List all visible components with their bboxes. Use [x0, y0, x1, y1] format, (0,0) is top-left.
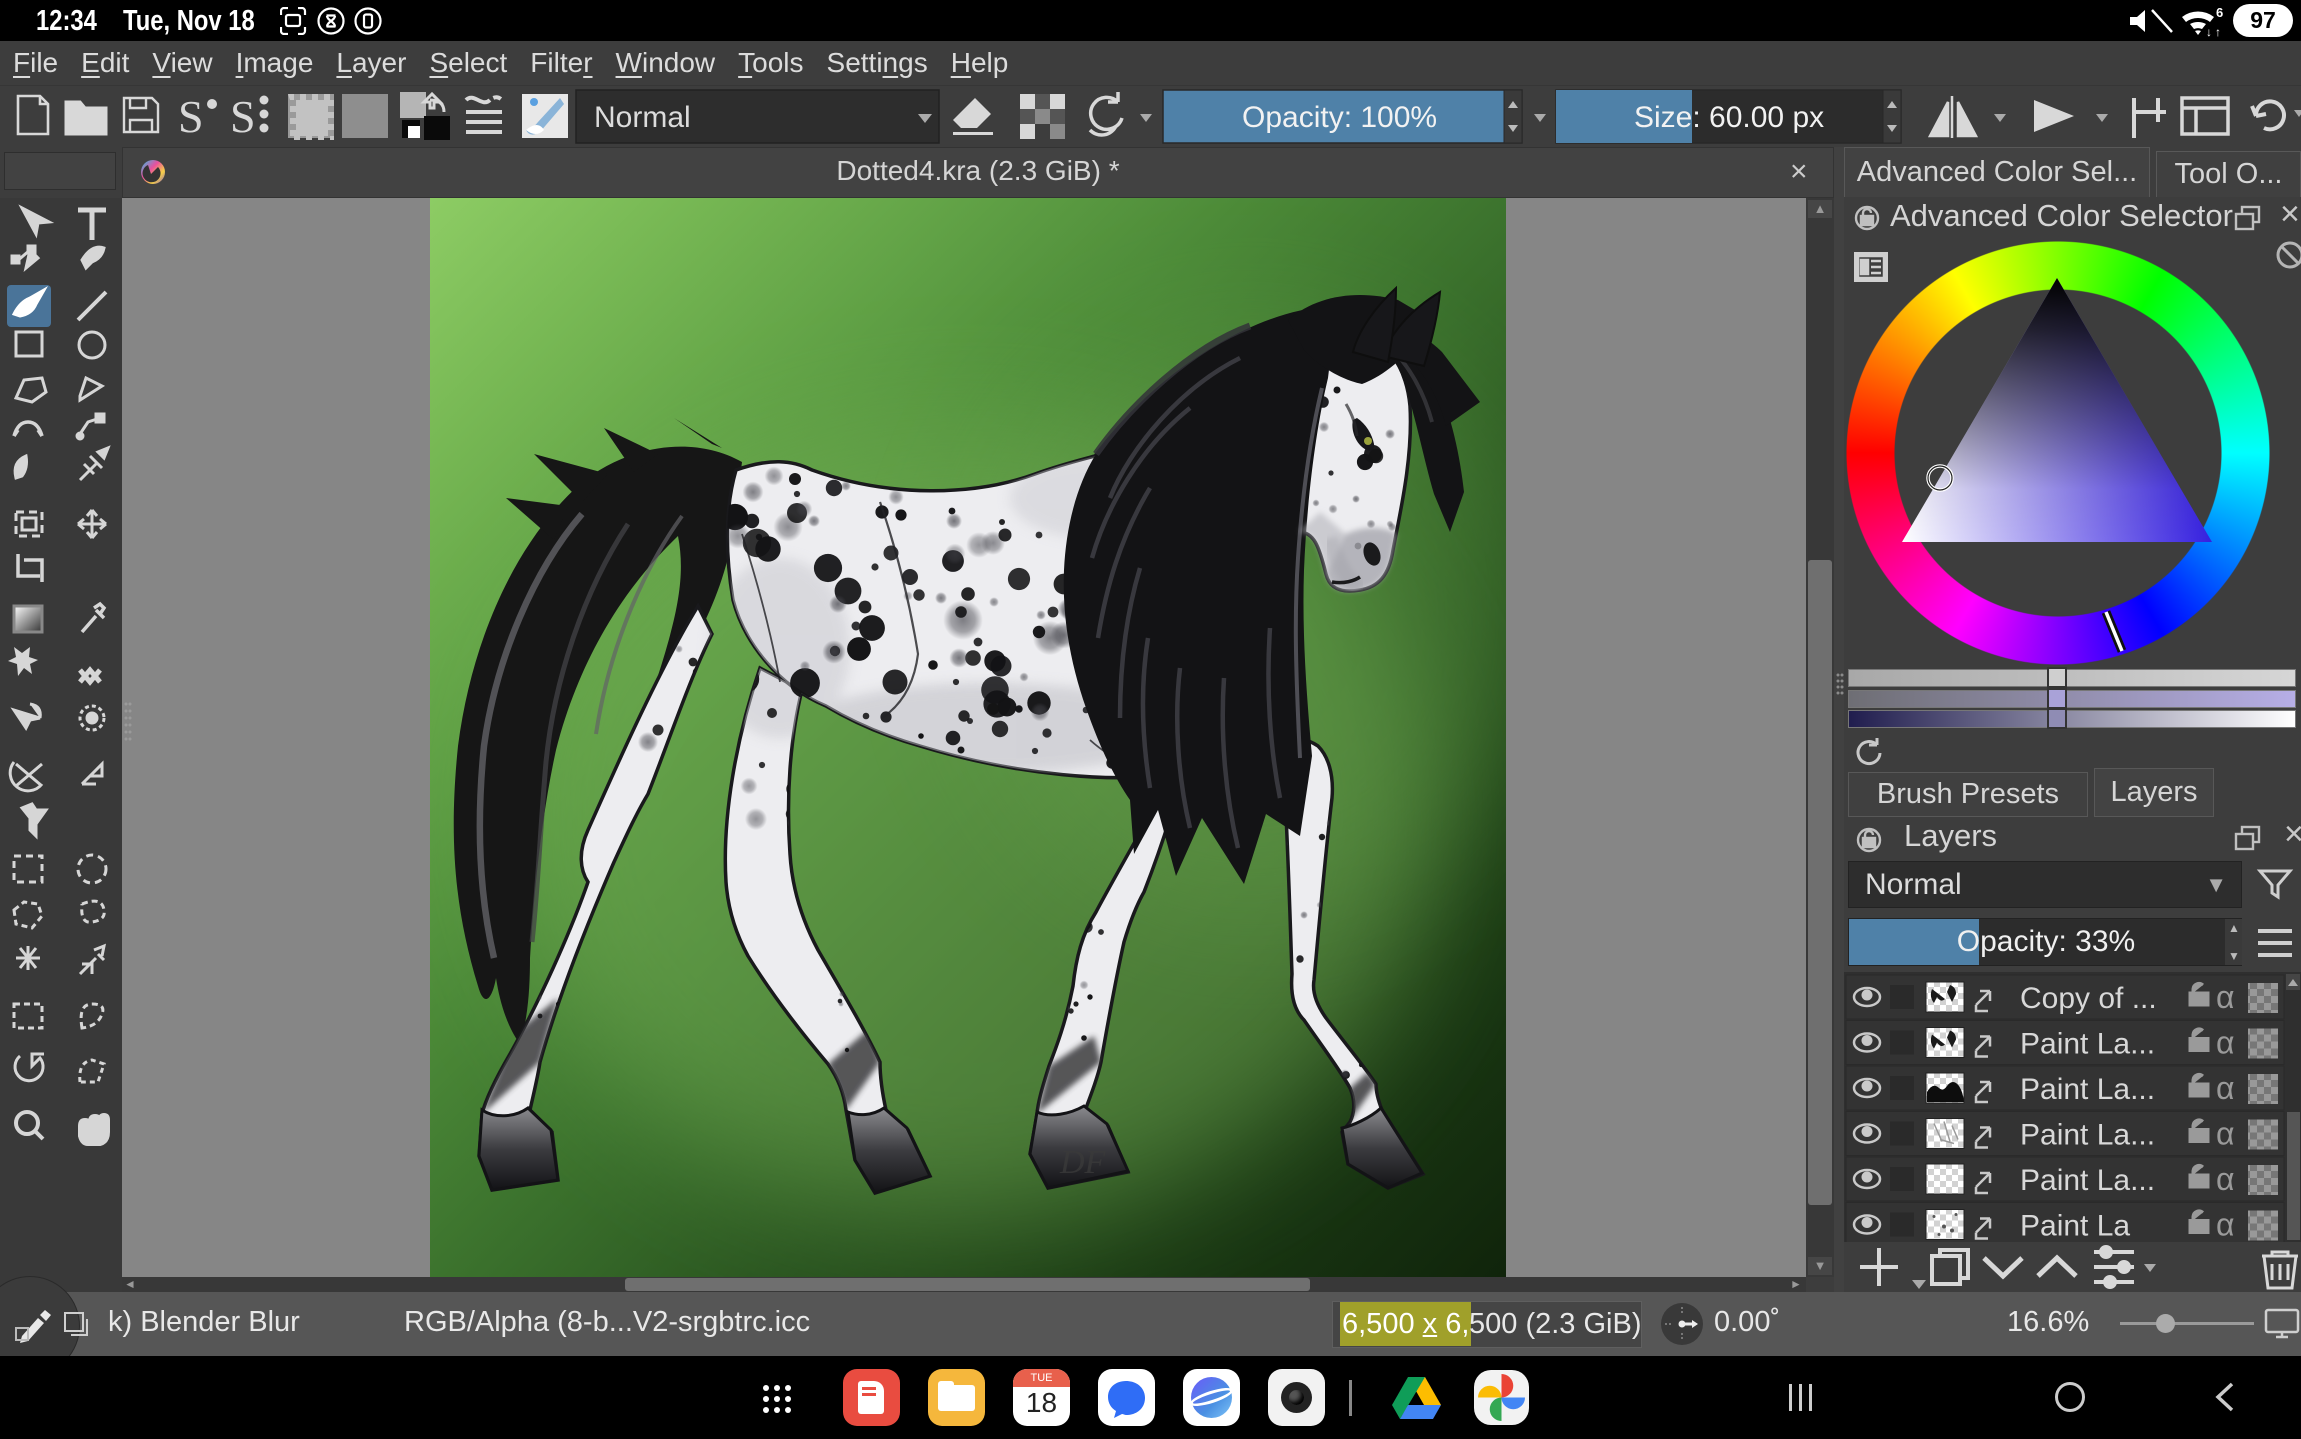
svg-text:α: α — [2216, 1161, 2235, 1197]
svg-text:α: α — [2216, 1070, 2235, 1106]
svg-text:Paint La: Paint La — [2020, 1210, 2130, 1243]
svg-text:Paint La...: Paint La... — [2020, 1028, 2155, 1061]
svg-text:↓: ↓ — [2206, 25, 2212, 37]
svg-text:α: α — [2216, 979, 2235, 1015]
svg-text:α: α — [2216, 1116, 2235, 1152]
svg-text:α: α — [2216, 1207, 2235, 1243]
svg-text:Normal: Normal — [594, 101, 691, 134]
svg-text:Copy of ...: Copy of ... — [2020, 982, 2157, 1015]
svg-text:S: S — [230, 91, 256, 142]
svg-text:Paint La...: Paint La... — [2020, 1119, 2155, 1152]
svg-text:α: α — [2216, 1025, 2235, 1061]
svg-text:↑: ↑ — [2215, 25, 2221, 37]
svg-text:Paint La...: Paint La... — [2020, 1073, 2155, 1106]
svg-text:DF: DF — [1059, 1144, 1107, 1181]
svg-text:S: S — [178, 91, 204, 142]
svg-text:6: 6 — [2216, 5, 2223, 20]
svg-text:Paint La...: Paint La... — [2020, 1164, 2155, 1197]
svg-text:Opacity: 100%: Opacity: 100% — [1242, 101, 1437, 134]
svg-text:Size: 60.00 px: Size: 60.00 px — [1634, 101, 1824, 134]
